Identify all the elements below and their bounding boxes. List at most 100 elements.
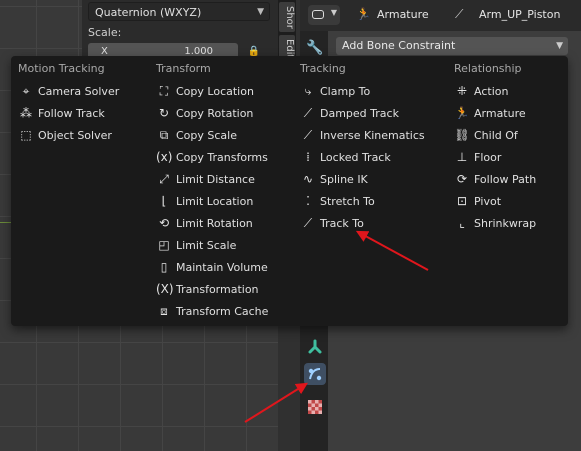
rotation-mode-dropdown[interactable]: Quaternion (WXYZ) ▼	[88, 2, 270, 21]
shrinkwrap-icon: ⌞	[459, 216, 465, 230]
menu-item-floor[interactable]: ⊥ Floor	[454, 147, 502, 167]
limit-rotation-icon: ⟲	[158, 216, 170, 230]
menu-item-object-solver[interactable]: ⬚ Object Solver	[18, 125, 112, 145]
menu-item-label: Child Of	[474, 129, 518, 142]
add-bone-constraint-label: Add Bone Constraint	[342, 39, 456, 52]
menu-item-label: Limit Distance	[176, 173, 255, 186]
object-solver-icon: ⬚	[20, 128, 32, 142]
menu-item-copy-rotation[interactable]: ↻ Copy Rotation	[156, 103, 253, 123]
clamp-to-icon: ⤷	[304, 84, 312, 98]
properties-editor-icon	[312, 10, 324, 19]
menu-item-label: Damped Track	[320, 107, 399, 120]
transform-cache-icon: ⧈	[160, 304, 168, 318]
follow-path-icon: ⟳	[456, 172, 468, 186]
menu-item-label: Follow Path	[474, 173, 537, 186]
menu-item-follow-track[interactable]: ⁂ Follow Track	[18, 103, 105, 123]
menu-item-inverse-kinematics[interactable]: ⟋ Inverse Kinematics	[300, 125, 425, 145]
menu-item-label: Track To	[320, 217, 364, 230]
locked-track-icon: ⁞	[306, 150, 310, 164]
tab-shortcuts[interactable]: Shor	[279, 2, 295, 32]
copy-rotation-icon: ↻	[158, 106, 170, 120]
menu-item-stretch-to[interactable]: ⁚ Stretch To	[300, 191, 375, 211]
menu-heading-motion-tracking: Motion Tracking	[18, 62, 105, 75]
bone-constraint-tab-icon[interactable]	[304, 363, 326, 385]
menu-item-limit-rotation[interactable]: ⟲ Limit Rotation	[156, 213, 253, 233]
menu-item-label: Limit Scale	[176, 239, 237, 252]
transformation-icon: (X)	[156, 282, 174, 296]
menu-item-limit-location[interactable]: ⌊ Limit Location	[156, 191, 254, 211]
scale-label: Scale:	[88, 26, 122, 39]
menu-item-label: Limit Location	[176, 195, 254, 208]
menu-item-copy-transforms[interactable]: (x) Copy Transforms	[156, 147, 268, 167]
menu-item-follow-path[interactable]: ⟳ Follow Path	[454, 169, 536, 189]
menu-item-limit-scale[interactable]: ◰ Limit Scale	[156, 235, 236, 255]
chevron-down-icon: ▼	[330, 8, 337, 17]
editor-type-button[interactable]: ▼	[308, 5, 340, 25]
menu-item-label: Locked Track	[320, 151, 391, 164]
menu-item-copy-location[interactable]: ⛶ Copy Location	[156, 81, 254, 101]
copy-scale-icon: ⧉	[159, 128, 169, 142]
menu-item-label: Transform Cache	[176, 305, 269, 318]
maintain-volume-icon: ▯	[160, 260, 168, 274]
chevron-down-icon: ▼	[257, 7, 264, 17]
menu-item-label: Copy Transforms	[176, 151, 268, 164]
camera-solver-icon: ⌖	[22, 84, 30, 98]
menu-heading-relationship: Relationship	[454, 62, 522, 75]
track-to-icon: ⟋	[303, 216, 313, 230]
menu-item-limit-distance[interactable]: ⤢ Limit Distance	[156, 169, 255, 189]
menu-item-label: Armature	[474, 107, 526, 120]
bone-tab-icon[interactable]	[308, 339, 322, 354]
menu-item-label: Object Solver	[38, 129, 112, 142]
menu-item-transformation[interactable]: (X) Transformation	[156, 279, 259, 299]
menu-item-spline-ik[interactable]: ∿ Spline IK	[300, 169, 368, 189]
menu-item-label: Copy Rotation	[176, 107, 254, 120]
menu-heading-transform: Transform	[156, 62, 211, 75]
menu-item-maintain-volume[interactable]: ▯ Maintain Volume	[156, 257, 268, 277]
menu-item-child-of[interactable]: ⛓ Child Of	[454, 125, 518, 145]
menu-heading-tracking: Tracking	[300, 62, 346, 75]
texture-tab-icon[interactable]	[308, 400, 322, 414]
menu-item-damped-track[interactable]: ⟋ Damped Track	[300, 103, 399, 123]
menu-item-track-to[interactable]: ⟋ Track To	[300, 213, 364, 233]
breadcrumb-bone[interactable]: Arm_UP_Piston	[479, 8, 560, 21]
menu-item-label: Follow Track	[38, 107, 105, 120]
menu-item-label: Shrinkwrap	[474, 217, 537, 230]
chevron-down-icon: ▼	[556, 41, 563, 51]
menu-item-label: Limit Rotation	[176, 217, 253, 230]
menu-item-label: Copy Scale	[176, 129, 237, 142]
armature-data-icon: 🏃	[356, 7, 371, 21]
menu-item-label: Stretch To	[320, 195, 375, 208]
menu-item-label: Transformation	[176, 283, 259, 296]
menu-item-pivot[interactable]: ⊡ Pivot	[454, 191, 501, 211]
limit-distance-icon: ⤢	[159, 172, 169, 186]
bone-icon: ⟋	[455, 7, 464, 21]
limit-location-icon: ⌊	[161, 194, 167, 208]
menu-item-label: Maintain Volume	[176, 261, 268, 274]
menu-item-transform-cache[interactable]: ⧈ Transform Cache	[156, 301, 268, 321]
breadcrumb-armature[interactable]: Armature	[377, 8, 429, 21]
menu-item-label: Floor	[474, 151, 502, 164]
menu-item-shrinkwrap[interactable]: ⌞ Shrinkwrap	[454, 213, 536, 233]
menu-item-label: Inverse Kinematics	[320, 129, 425, 142]
action-icon: ⁜	[456, 84, 468, 98]
menu-item-action[interactable]: ⁜ Action	[454, 81, 508, 101]
pivot-icon: ⊡	[456, 194, 468, 208]
menu-item-copy-scale[interactable]: ⧉ Copy Scale	[156, 125, 237, 145]
add-bone-constraint-dropdown[interactable]: Add Bone Constraint ▼	[336, 37, 568, 55]
stretch-to-icon: ⁚	[306, 194, 310, 208]
menu-item-armature[interactable]: 🏃 Armature	[454, 103, 526, 123]
menu-item-label: Clamp To	[320, 85, 371, 98]
menu-item-clamp-to[interactable]: ⤷ Clamp To	[300, 81, 371, 101]
menu-item-label: Camera Solver	[38, 85, 120, 98]
menu-item-label: Copy Location	[176, 85, 254, 98]
copy-transforms-icon: (x)	[156, 150, 173, 164]
menu-item-locked-track[interactable]: ⁞ Locked Track	[300, 147, 391, 167]
rotation-mode-label: Quaternion (WXYZ)	[95, 6, 202, 19]
inverse-kinematics-icon: ⟋	[303, 128, 313, 142]
child-of-icon: ⛓	[454, 128, 470, 142]
menu-item-camera-solver[interactable]: ⌖ Camera Solver	[18, 81, 120, 101]
menu-item-label: Spline IK	[320, 173, 368, 186]
menu-item-label: Pivot	[474, 195, 502, 208]
tool-wrench-icon[interactable]: 🔧	[306, 40, 323, 56]
limit-scale-icon: ◰	[158, 238, 170, 252]
